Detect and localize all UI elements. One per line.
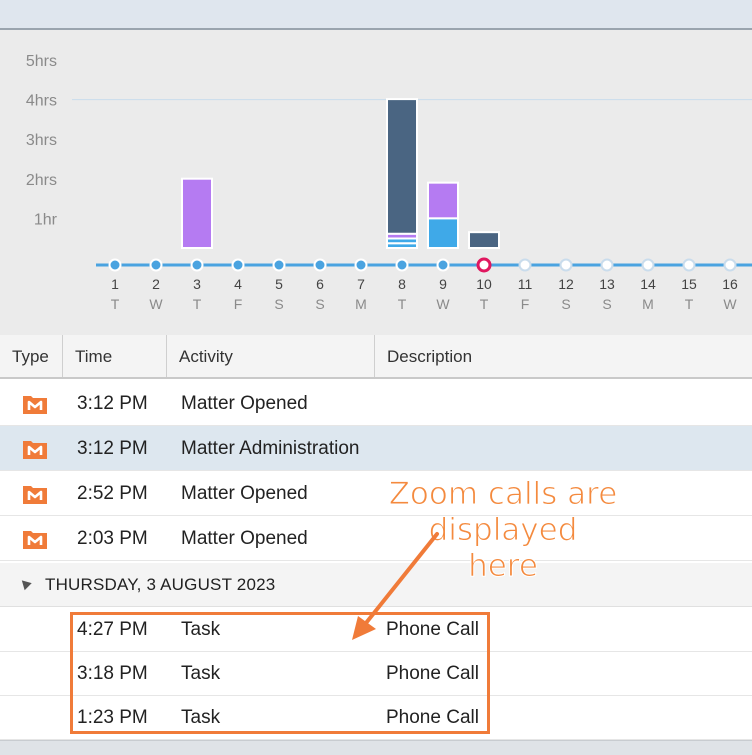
row-time: 2:03 PM (77, 528, 148, 549)
bottom-status-bar (0, 740, 752, 755)
y-tick-label: 5hrs (26, 53, 57, 70)
x-day-label: 15 (681, 276, 697, 292)
day-marker (354, 258, 368, 272)
row-time: 2:52 PM (77, 483, 148, 504)
activity-chart-svg: 1hr 2hrs 3hrs 4hrs 5hrs 1 T 2 W 3 T 4 F 5 S 6 S 7 M 8 T 9 W 10 T… (26, 53, 752, 312)
matter-m-icon (23, 531, 47, 549)
day-marker (518, 258, 532, 272)
chart-bar-segment (468, 231, 500, 250)
day-marker (559, 258, 573, 272)
day-marker (600, 258, 614, 272)
activity-chart: 1hr 2hrs 3hrs 4hrs 5hrs 1 T 2 W 3 T 4 F 5 S 6 S 7 M 8 T 9 W 10 T… (0, 30, 752, 335)
day-marker (395, 258, 409, 272)
x-weekday-label: M (642, 296, 654, 312)
day-marker (272, 258, 286, 272)
matter-m-icon (23, 396, 47, 414)
day-marker (108, 258, 122, 272)
table-row[interactable]: 3:12 PM Matter Opened (0, 381, 752, 426)
column-header-time[interactable]: Time (63, 335, 167, 377)
row-time: 3:12 PM (77, 438, 148, 459)
x-day-label: 1 (111, 276, 119, 292)
day-marker (313, 258, 327, 272)
x-day-label: 11 (518, 276, 533, 292)
table-row[interactable]: 3:12 PM Matter Administration (0, 426, 752, 471)
x-weekday-label: W (723, 296, 737, 312)
x-weekday-label: W (436, 296, 450, 312)
x-day-label: 8 (398, 276, 406, 292)
annotation-arrow-icon (352, 532, 439, 640)
y-tick-label: 4hrs (26, 93, 57, 110)
day-marker (682, 258, 696, 272)
x-weekday-label: T (111, 296, 120, 312)
y-tick-label: 3hrs (26, 132, 57, 149)
day-marker (476, 257, 492, 273)
x-day-label: 9 (439, 276, 447, 292)
x-day-label: 7 (357, 276, 365, 292)
x-weekday-label: T (685, 296, 694, 312)
day-marker (190, 258, 204, 272)
x-weekday-label: F (234, 296, 243, 312)
column-header-activity[interactable]: Activity (167, 335, 375, 377)
table-column-header: Type Time Activity Description (0, 335, 752, 379)
x-weekday-label: T (193, 296, 202, 312)
matter-m-icon (23, 441, 47, 459)
row-activity: Matter Administration (181, 438, 360, 459)
day-marker (149, 258, 163, 272)
x-day-label: 12 (558, 276, 574, 292)
x-weekday-label: T (398, 296, 407, 312)
date-group-label: THURSDAY, 3 AUGUST 2023 (45, 575, 276, 594)
day-marker (231, 258, 245, 272)
x-weekday-label: S (274, 296, 283, 312)
y-tick-label: 2hrs (26, 172, 57, 189)
matter-m-icon (23, 486, 47, 504)
chart-bar-segment (181, 177, 213, 249)
x-day-label: 14 (640, 276, 656, 292)
x-day-label: 10 (476, 276, 492, 292)
day-marker (436, 258, 450, 272)
y-tick-label: 1hr (34, 211, 58, 228)
column-header-description[interactable]: Description (375, 335, 752, 377)
x-weekday-label: S (561, 296, 570, 312)
chart-bar-segment (427, 217, 459, 250)
x-weekday-label: S (602, 296, 611, 312)
column-header-type[interactable]: Type (0, 335, 63, 377)
day-marker (723, 258, 737, 272)
x-day-label: 4 (234, 276, 242, 292)
window-top-bar (0, 0, 752, 30)
x-day-label: 6 (316, 276, 324, 292)
row-activity: Matter Opened (181, 393, 308, 414)
x-day-label: 16 (722, 276, 738, 292)
row-time: 3:12 PM (77, 393, 148, 414)
x-weekday-label: F (521, 296, 530, 312)
day-marker (641, 258, 655, 272)
x-day-label: 2 (152, 276, 160, 292)
chart-bar-segment (427, 181, 459, 220)
collapse-triangle-icon[interactable] (18, 576, 32, 591)
x-day-label: 13 (599, 276, 615, 292)
x-day-label: 3 (193, 276, 201, 292)
x-day-label: 5 (275, 276, 283, 292)
chart-bar-segment (386, 98, 418, 235)
x-weekday-label: T (480, 296, 489, 312)
x-weekday-label: S (315, 296, 324, 312)
x-weekday-label: W (149, 296, 163, 312)
x-weekday-label: M (355, 296, 367, 312)
